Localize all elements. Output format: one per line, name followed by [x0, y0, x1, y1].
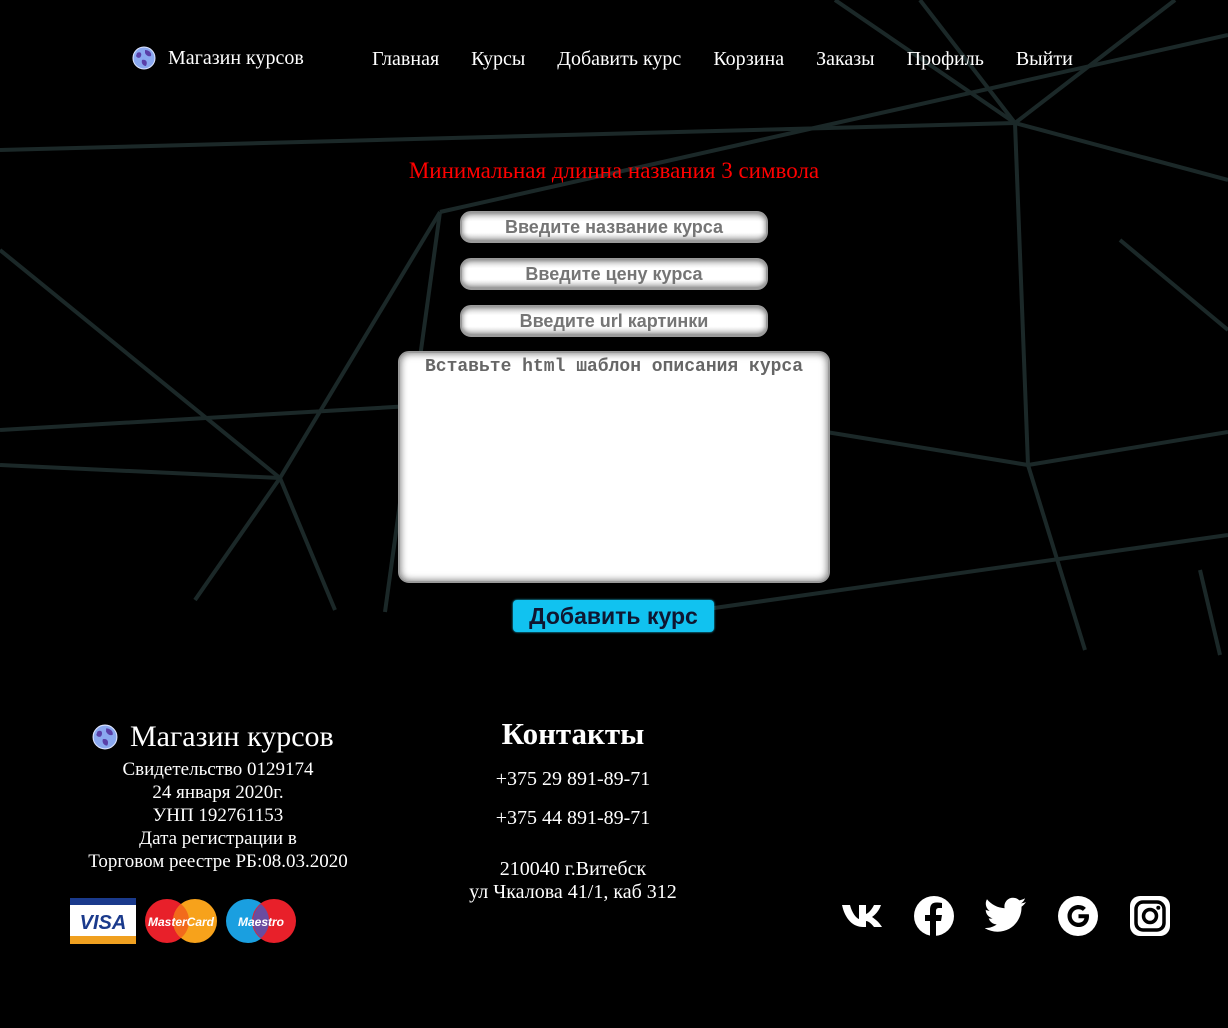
- vk-icon[interactable]: [841, 895, 883, 935]
- legal-line: УНП 192761153: [152, 805, 284, 826]
- legal-line: Торговом реестре РБ:08.03.2020: [88, 851, 348, 872]
- legal-line: Свидетельство 0129174: [122, 759, 314, 780]
- nav-cart[interactable]: Корзина: [713, 48, 784, 71]
- course-price-input[interactable]: [460, 258, 768, 290]
- phone-link-2[interactable]: +375 44 891-89-71: [440, 807, 706, 830]
- maestro-label: Maestro: [238, 915, 284, 929]
- contacts-block: Контакты +375 29 891-89-71 +375 44 891-8…: [440, 716, 706, 904]
- address-line: 210040 г.Витебск: [499, 858, 647, 880]
- address: 210040 г.Витебск ул Чкалова 41/1, каб 31…: [440, 858, 706, 904]
- payment-cards: VISA MasterCard Maestro: [70, 898, 296, 944]
- footer-brand: Магазин курсов: [92, 720, 334, 754]
- brand-name: Магазин курсов: [168, 46, 304, 69]
- nav-logout[interactable]: Выйти: [1016, 48, 1073, 71]
- phone-link-1[interactable]: +375 29 891-89-71: [440, 768, 706, 791]
- visa-label: VISA: [80, 912, 127, 934]
- instagram-icon[interactable]: [1129, 895, 1171, 937]
- twitter-icon[interactable]: [985, 895, 1027, 935]
- nav-profile[interactable]: Профиль: [907, 48, 984, 71]
- header: Магазин курсов Главная Курсы Добавить ку…: [0, 0, 1228, 120]
- footer-brand-name: Магазин курсов: [130, 720, 334, 753]
- course-name-input[interactable]: [460, 211, 768, 243]
- main-nav: Главная Курсы Добавить курс Корзина Зака…: [372, 48, 1073, 71]
- add-course-button[interactable]: Добавить курс: [513, 600, 714, 632]
- nav-home[interactable]: Главная: [372, 48, 439, 71]
- nav-add-course[interactable]: Добавить курс: [557, 48, 681, 71]
- mastercard-label: MasterCard: [148, 915, 215, 929]
- contacts-title: Контакты: [501, 716, 645, 751]
- mastercard-icon: MasterCard: [145, 899, 217, 943]
- legal-line: 24 января 2020г.: [152, 782, 284, 803]
- description-textarea[interactable]: [398, 351, 830, 583]
- nav-orders[interactable]: Заказы: [816, 48, 875, 71]
- error-message: Минимальная длинна названия 3 символа: [408, 158, 820, 183]
- nav-courses[interactable]: Курсы: [471, 48, 525, 71]
- address-line: ул Чкалова 41/1, каб 312: [469, 881, 677, 903]
- globe-icon: [92, 724, 118, 750]
- maestro-icon: Maestro: [226, 899, 296, 943]
- facebook-icon[interactable]: [913, 895, 955, 937]
- visa-card-icon: VISA: [70, 898, 136, 944]
- legal-info: Свидетельство 0129174 24 января 2020г. У…: [80, 758, 356, 873]
- brand-logo[interactable]: Магазин курсов: [132, 46, 304, 70]
- image-url-input[interactable]: [460, 305, 768, 337]
- legal-line: Дата регистрации в: [139, 828, 297, 849]
- google-icon[interactable]: [1057, 895, 1099, 937]
- globe-icon: [132, 46, 156, 70]
- footer: Магазин курсов Свидетельство 0129174 24 …: [0, 700, 1228, 1028]
